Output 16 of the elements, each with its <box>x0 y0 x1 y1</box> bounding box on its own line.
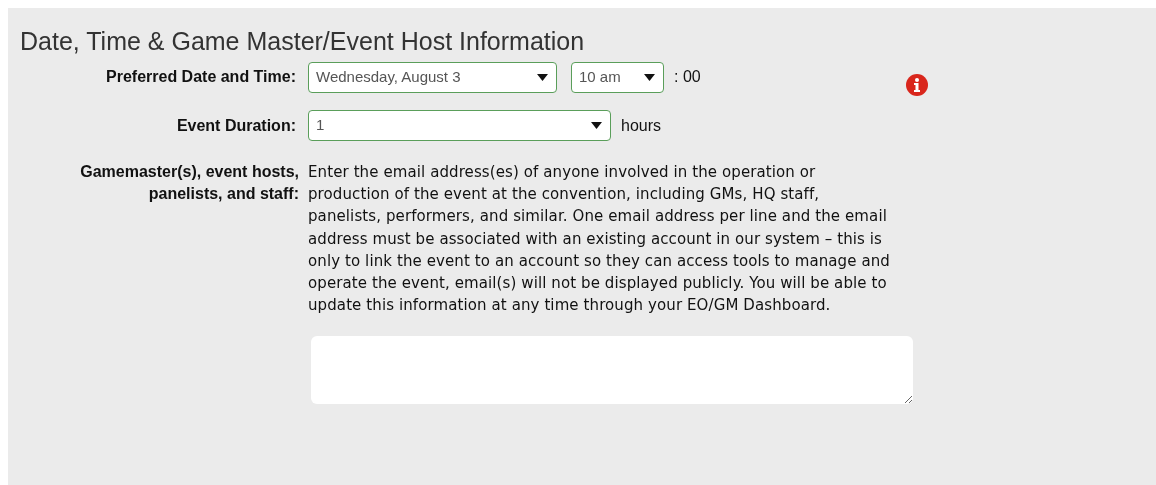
duration-select[interactable]: 1 <box>308 110 611 141</box>
email-textarea[interactable] <box>311 336 913 405</box>
field-label: Event Duration: <box>176 115 296 136</box>
minutes-text: : 00 <box>674 67 701 87</box>
date-select[interactable]: Wednesday, August 3 <box>308 61 557 93</box>
field-label: Preferred Date and Time: <box>106 67 296 87</box>
field-label: Gamemaster(s), event hosts, <box>80 162 299 182</box>
time-select[interactable]: 10 am <box>571 61 664 93</box>
info-icon <box>905 74 928 96</box>
description-text: Enter the email address(es) of anyone involved in the operation or production of the event at the convention, including GMs, HQ staff, panelists, performers, and similar. One email address per line and the email address must be associated with an existing account in our system – this is only to link the event to an account so they can access tools to manage and operate the event, email(s) will not be displayed publicly. You will be able to update this information at any time through your EO/GM Dashboard. <box>308 162 891 317</box>
field-label: panelists, and staff: <box>148 184 299 204</box>
caret-icon <box>537 73 548 81</box>
caret-icon <box>591 122 602 129</box>
caret-icon <box>644 73 655 81</box>
section-title: Date, Time & Game Master/Event Host Information <box>20 26 586 56</box>
unit-text: hours <box>621 115 662 136</box>
